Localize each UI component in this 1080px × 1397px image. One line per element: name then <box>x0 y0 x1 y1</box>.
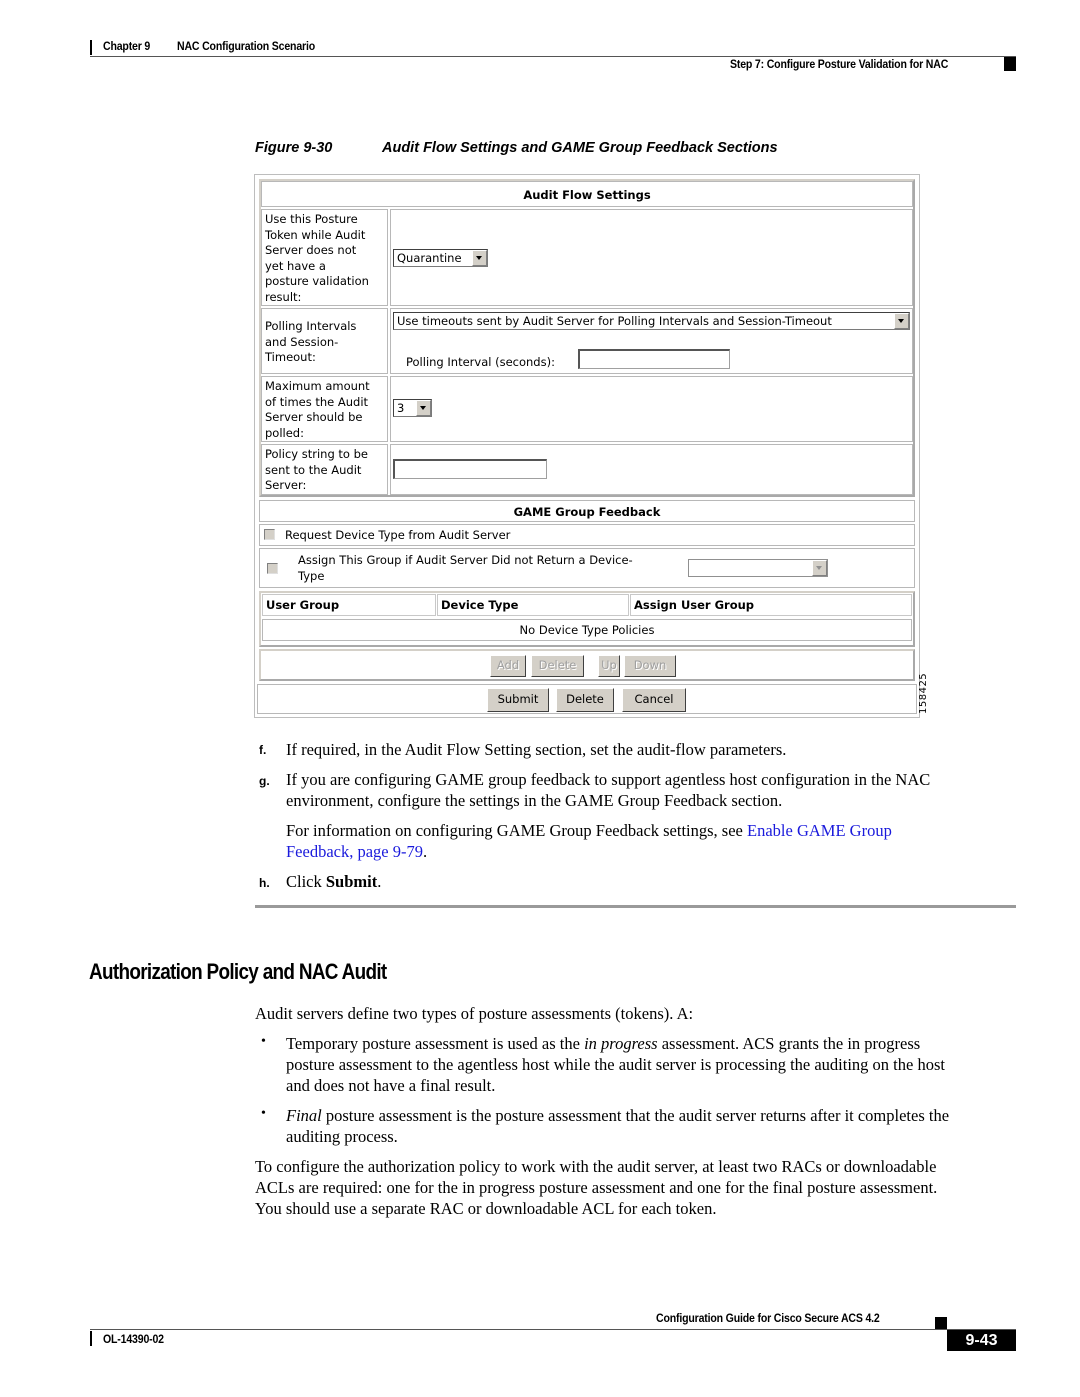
page-number: 9-43 <box>947 1330 1016 1351</box>
max-polls-label: Maximum amount of times the Audit Server… <box>265 379 370 440</box>
audit-flow-title: Audit Flow Settings <box>261 181 913 207</box>
section-running-title: Step 7: Configure Posture Validation for… <box>730 57 949 71</box>
guide-title: Configuration Guide for Cisco Secure ACS… <box>656 1311 880 1325</box>
chevron-down-icon[interactable] <box>472 250 487 266</box>
bullet-temporary: Temporary posture assessment is used as … <box>286 1034 945 1095</box>
assign-group-checkbox[interactable] <box>267 563 278 574</box>
max-polls-value: 3 <box>397 401 405 415</box>
assign-group-select[interactable] <box>688 559 828 577</box>
delete-button[interactable]: Delete <box>556 688 614 712</box>
step-h-label: h. <box>259 876 270 890</box>
bullet-final: Final posture assessment is the posture … <box>286 1106 950 1146</box>
header-marker <box>1004 57 1016 71</box>
posture-token-value-cell: Quarantine <box>390 209 913 306</box>
figure-number: Figure 9-30 <box>255 140 333 156</box>
enable-game-group-link-cont[interactable]: Feedback, page 9-79 <box>286 842 423 861</box>
cancel-button[interactable]: Cancel <box>622 688 686 712</box>
audit-settings-form: Audit Flow Settings Use this Posture Tok… <box>254 174 920 718</box>
figure-id: 158425 <box>918 672 929 714</box>
posture-token-value: Quarantine <box>397 251 462 265</box>
section-heading: Authorization Policy and NAC Audit <box>89 959 387 984</box>
polling-interval-input[interactable] <box>578 349 730 369</box>
column-header-device-type: Device Type <box>437 594 629 616</box>
max-polls-label-cell: Maximum amount of times the Audit Server… <box>261 376 388 442</box>
step-g-info: For information on configuring GAME Grou… <box>286 821 892 861</box>
game-feedback-title: GAME Group Feedback <box>259 500 915 522</box>
polling-label: Polling Intervals and Session- Timeout: <box>265 319 357 364</box>
device-type-table: User Group Device Type Assign User Group… <box>259 591 915 647</box>
audit-flow-panel: Audit Flow Settings Use this Posture Tok… <box>259 179 915 497</box>
section-intro: Audit servers define two types of postur… <box>255 1004 694 1023</box>
procedure-end-rule <box>255 905 1016 908</box>
delete-row-button[interactable]: Delete <box>531 655 584 677</box>
up-button[interactable]: Up <box>598 655 620 677</box>
policy-string-value-cell <box>390 444 913 495</box>
form-actions-row: Submit Delete Cancel <box>257 684 917 714</box>
add-button[interactable]: Add <box>490 655 526 677</box>
submit-button[interactable]: Submit <box>487 688 549 712</box>
column-header-user-group: User Group <box>262 594 436 616</box>
step-h-text: Click Submit. <box>286 872 382 891</box>
posture-token-label: Use this Posture Token while Audit Serve… <box>265 212 369 304</box>
chevron-down-icon[interactable] <box>812 560 827 576</box>
polling-mode-value: Use timeouts sent by Audit Server for Po… <box>397 314 832 328</box>
chevron-down-icon[interactable] <box>416 400 431 416</box>
footer-left-bar <box>90 1331 92 1346</box>
posture-token-select[interactable]: Quarantine <box>393 249 488 267</box>
polling-interval-label: Polling Interval (seconds): <box>406 355 555 369</box>
max-polls-select[interactable]: 3 <box>393 399 432 417</box>
chapter-label: Chapter 9 <box>103 39 151 53</box>
policy-string-label: Policy string to be sent to the Audit Se… <box>265 447 368 492</box>
polling-value-cell: Use timeouts sent by Audit Server for Po… <box>390 308 913 374</box>
table-header-row: User Group Device Type Assign User Group <box>261 594 913 616</box>
row-actions-panel: Add Delete Up Down <box>259 649 915 681</box>
empty-table-message: No Device Type Policies <box>262 619 912 641</box>
chevron-down-icon[interactable] <box>894 313 909 329</box>
polling-mode-select[interactable]: Use timeouts sent by Audit Server for Po… <box>393 312 910 330</box>
doc-number: OL-14390-02 <box>103 1332 164 1346</box>
request-device-type-checkbox[interactable] <box>264 529 275 540</box>
policy-string-input[interactable] <box>393 459 547 479</box>
assign-group-row: Assign This Group if Audit Server Did no… <box>259 548 915 588</box>
chapter-title: NAC Configuration Scenario <box>177 39 315 53</box>
policy-string-label-cell: Policy string to be sent to the Audit Se… <box>261 444 388 495</box>
polling-label-cell: Polling Intervals and Session- Timeout: <box>261 308 388 374</box>
step-g-label: g. <box>259 774 270 788</box>
header-left-bar <box>90 40 92 55</box>
down-button[interactable]: Down <box>624 655 676 677</box>
request-device-type-row: Request Device Type from Audit Server <box>259 524 915 546</box>
step-g-text: If you are configuring GAME group feedba… <box>286 770 931 810</box>
assign-group-label: Assign This Group if Audit Server Did no… <box>298 553 633 583</box>
bullet-icon: • <box>261 1034 266 1049</box>
step-f-label: f. <box>259 743 267 757</box>
posture-token-label-cell: Use this Posture Token while Audit Serve… <box>261 209 388 306</box>
footer-rule <box>90 1329 1016 1330</box>
bullet-icon: • <box>261 1106 266 1121</box>
section-closing: To configure the authorization policy to… <box>255 1157 938 1218</box>
enable-game-group-link[interactable]: Enable GAME Group <box>747 821 892 840</box>
max-polls-value-cell: 3 <box>390 376 913 442</box>
column-header-assign-user-group: Assign User Group <box>630 594 912 616</box>
step-f-text: If required, in the Audit Flow Setting s… <box>286 740 787 759</box>
figure-title: Audit Flow Settings and GAME Group Feedb… <box>382 140 778 156</box>
request-device-type-label: Request Device Type from Audit Server <box>285 528 511 542</box>
